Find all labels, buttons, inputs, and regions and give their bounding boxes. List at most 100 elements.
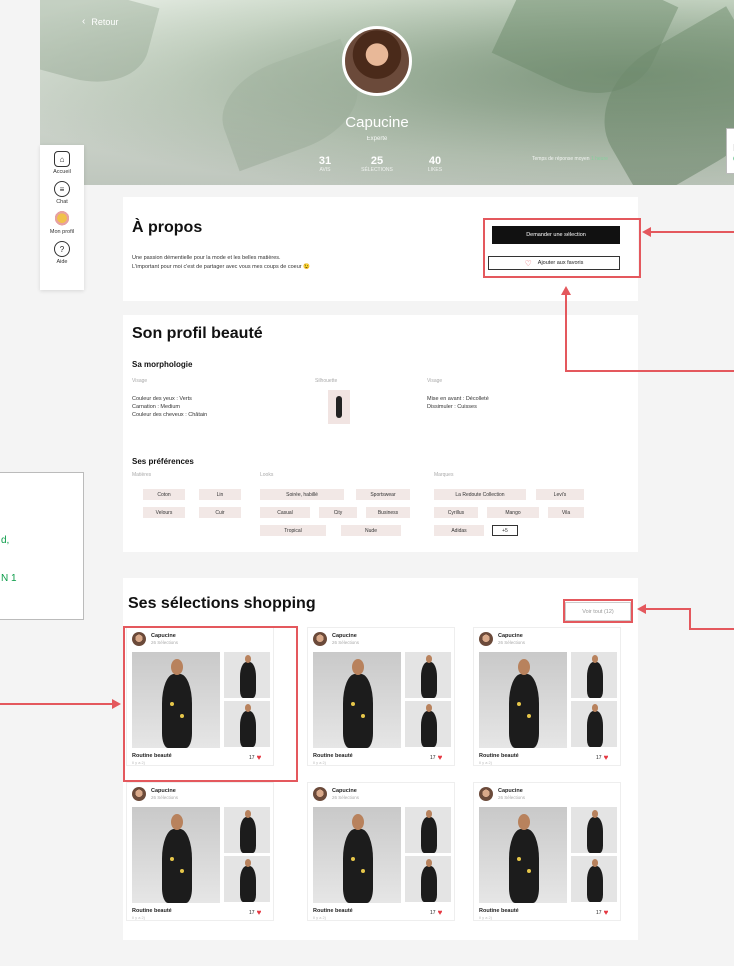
back-button[interactable]: ‹ Retour — [82, 16, 118, 27]
author-selection-count: 26 Sélections — [498, 640, 526, 645]
tag-material: Coton — [143, 489, 185, 500]
selection-main-image — [479, 652, 567, 748]
selection-thumbnail — [405, 856, 451, 902]
tag-brand: La Redoute Collection — [434, 489, 526, 500]
selection-main-image — [313, 807, 401, 903]
heart-icon: ♥ — [437, 753, 443, 762]
annotation-connector — [650, 231, 734, 233]
tag-brand: Mango — [487, 507, 539, 518]
selection-likes[interactable]: 17 ♥ — [596, 753, 608, 762]
tag-look: Nude — [341, 525, 401, 536]
annotation-arrow — [637, 604, 646, 614]
tag-look: Soirée, habillé — [260, 489, 344, 500]
selection-likes[interactable]: 17 ♥ — [596, 908, 608, 917]
tag-material: Lin — [199, 489, 241, 500]
selection-card[interactable]: Capucine 26 Sélections Routine beauté Il… — [473, 627, 621, 766]
tag-material: Velours — [143, 507, 185, 518]
selection-date: Il y a 2j — [479, 915, 492, 920]
annotation-highlight-see-all — [563, 599, 633, 623]
annotation-highlight-buttons — [483, 218, 641, 278]
selection-title: Routine beauté — [479, 753, 519, 759]
profile-icon — [54, 211, 70, 227]
likes-count: 17 — [596, 909, 602, 916]
annotation-connector — [565, 370, 734, 372]
detail-line: Couleur des cheveux : Châtain — [132, 412, 208, 418]
annotation-arrow — [642, 227, 651, 237]
selection-likes[interactable]: 17 ♥ — [249, 908, 261, 917]
selection-card[interactable]: Capucine 26 Sélections Routine beauté Il… — [473, 782, 621, 921]
profile-avatar — [342, 26, 412, 96]
tag-brand: Vila — [548, 507, 584, 518]
selection-title: Routine beauté — [479, 908, 519, 914]
tag-look: City — [319, 507, 357, 518]
selection-date: Il y a 2j — [313, 915, 326, 920]
stat-value: 31 — [318, 155, 332, 167]
section-title: À propos — [132, 219, 203, 236]
selection-card[interactable]: Capucine 26 Sélections Routine beauté Il… — [307, 627, 455, 766]
tag-look: Business — [366, 507, 410, 518]
tag-look: Tropical — [260, 525, 326, 536]
section-title: Son profil beauté — [132, 325, 263, 342]
annotation-text: d, — [1, 535, 10, 546]
home-icon: ⌂ — [54, 151, 70, 167]
detail-line: Mise en avant : Décolleté — [427, 396, 489, 402]
selection-thumbnail — [571, 652, 617, 698]
silhouette-illustration — [328, 390, 350, 424]
annotation-note-right: I C — [726, 128, 734, 174]
heart-icon: ♥ — [256, 908, 262, 917]
selection-likes[interactable]: 17 ♥ — [430, 753, 442, 762]
stat-likes: 40 LIKES — [410, 155, 460, 173]
sidebar-item-label: Accueil — [53, 169, 71, 175]
morphology-title: Sa morphologie — [132, 360, 193, 369]
author-avatar — [132, 787, 146, 801]
selection-likes[interactable]: 17 ♥ — [430, 908, 442, 917]
author-name: Capucine — [151, 788, 176, 794]
selection-thumbnail — [571, 701, 617, 747]
annotation-connector — [645, 608, 691, 610]
tag-look: Casual — [260, 507, 310, 518]
likes-count: 17 — [430, 909, 436, 916]
selection-card[interactable]: Capucine 26 Sélections Routine beauté Il… — [307, 782, 455, 921]
author-name: Capucine — [332, 788, 357, 794]
likes-count: 17 — [430, 754, 436, 761]
stat-label: AVIS — [319, 167, 331, 173]
tag-brand: Levi's — [536, 489, 584, 500]
annotation-note-left: d, N 1 — [0, 472, 84, 620]
sidebar-item-label: Aide — [56, 259, 68, 265]
chevron-left-icon: ‹ — [82, 16, 86, 27]
annotation-arrow — [561, 286, 571, 295]
selection-thumbnail — [405, 701, 451, 747]
stat-reviews: 31 AVIS — [300, 155, 350, 173]
help-icon: ? — [54, 241, 70, 257]
detail-line: Couleur des yeux : Verts — [132, 396, 192, 402]
stat-label: SÉLECTIONS — [361, 167, 393, 173]
column-header: Visage — [427, 378, 443, 384]
selection-thumbnail — [405, 652, 451, 698]
page: ‹ Retour Capucine Experte 31 AVIS 25 SÉL… — [0, 0, 734, 966]
detail-line: Dissimuler : Cuisses — [427, 404, 477, 410]
heart-icon: ♥ — [603, 908, 609, 917]
column-header: Visage — [132, 378, 148, 384]
sidebar-item-profile[interactable]: Mon profil — [40, 211, 84, 235]
author-selection-count: 26 Sélections — [498, 795, 526, 800]
author-avatar — [479, 632, 493, 646]
more-brands-button[interactable]: +5 — [492, 525, 518, 536]
author-avatar — [313, 787, 327, 801]
profile-role: Experte — [366, 136, 388, 142]
stat-label: LIKES — [427, 167, 443, 173]
selection-card[interactable]: Capucine 26 Sélections Routine beauté Il… — [126, 782, 274, 921]
selection-thumbnail — [405, 807, 451, 853]
annotation-connector — [689, 628, 734, 630]
sidebar-item-label: Chat — [56, 199, 68, 205]
sidebar-item-chat[interactable]: ≡ Chat — [40, 181, 84, 205]
selection-date: Il y a 2j — [313, 760, 326, 765]
response-time-value: 1 heure — [590, 156, 608, 162]
author-avatar — [479, 787, 493, 801]
likes-count: 17 — [596, 754, 602, 761]
stat-selections: 25 SÉLECTIONS — [352, 155, 402, 173]
beauty-profile-section: Son profil beauté Sa morphologie Visage … — [123, 315, 638, 552]
sidebar-item-home[interactable]: ⌂ Accueil — [40, 151, 84, 175]
back-label: Retour — [91, 16, 119, 27]
sidebar-item-help[interactable]: ? Aide — [40, 241, 84, 265]
heart-icon: ♥ — [437, 908, 443, 917]
